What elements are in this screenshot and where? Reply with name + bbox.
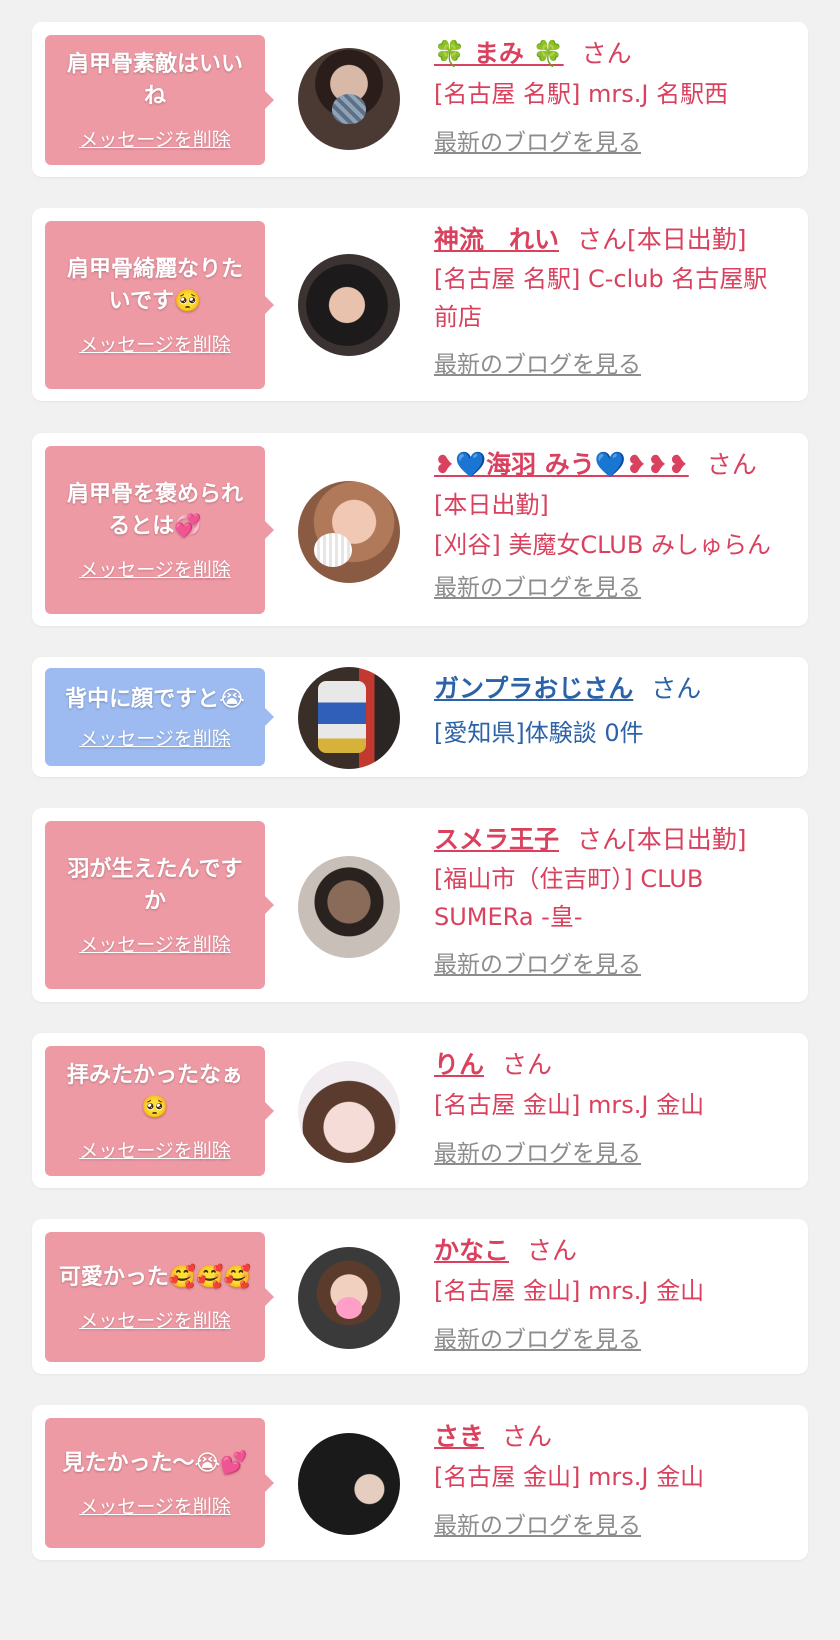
message-text: 肩甲骨素敵はいいね (66, 51, 243, 109)
message-card: 可愛かった🥰🥰🥰 メッセージを削除 かなこ さん [名古屋 金山] mrs.J 金… (32, 1219, 808, 1374)
honorific: さん (502, 1050, 553, 1079)
honorific: さん (651, 674, 702, 703)
profile-info: 神流 れい さん[本日出勤] [名古屋 名駅] C-club 名古屋駅前店 最新の… (434, 220, 788, 382)
mosaic-mask-icon (332, 94, 366, 124)
shop-info: [名古屋 金山] mrs.J 金山 (434, 1463, 705, 1491)
delete-message-link[interactable]: メッセージを削除 (79, 1492, 231, 1519)
honorific: さん (527, 1236, 578, 1265)
shop-info: [名古屋 金山] mrs.J 金山 (434, 1091, 705, 1119)
honorific: さん (706, 450, 757, 479)
latest-blog-link[interactable]: 最新のブログを見る (434, 1323, 788, 1357)
message-bubble: 見たかった〜😭💕 メッセージを削除 (45, 1418, 274, 1548)
message-bubble: 背中に顔ですと😭 メッセージを削除 (45, 668, 274, 766)
shop-info: [名古屋 金山] mrs.J 金山 (434, 1277, 705, 1305)
latest-blog-link[interactable]: 最新のブログを見る (434, 1509, 788, 1543)
message-bubble: 羽が生えたんですか メッセージを削除 (45, 821, 274, 989)
honorific: さん (577, 225, 628, 254)
honorific: さん (502, 1422, 553, 1451)
profile-info: かなこ さん [名古屋 金山] mrs.J 金山 最新のブログを見る (434, 1231, 788, 1357)
status-text: [本日出勤] (627, 825, 747, 854)
profile-info: りん さん [名古屋 金山] mrs.J 金山 最新のブログを見る (434, 1045, 788, 1171)
delete-message-link[interactable]: メッセージを削除 (79, 724, 231, 751)
message-text: 背中に顔ですと😭 (65, 686, 245, 712)
message-text: 拝みたかったなぁ🥺 (66, 1062, 243, 1120)
shop-info: [刈谷] 美魔女CLUB みしゅらん (434, 531, 771, 559)
cast-name-link[interactable]: りん (434, 1050, 484, 1079)
review-count: [愛知県]体験談 0件 (434, 719, 644, 747)
shop-info: [名古屋 名駅] C-club 名古屋駅前店 (434, 265, 768, 331)
avatar[interactable] (298, 1247, 400, 1349)
honorific: さん (577, 825, 628, 854)
message-card: 肩甲骨を褒められるとは💞 メッセージを削除 ❥💙海羽 みう💙❥❥❥ さん [本日出… (32, 433, 808, 626)
cast-name-link[interactable]: かなこ (434, 1236, 509, 1265)
cast-name-link[interactable]: 🍀 まみ 🍀 (434, 39, 564, 68)
message-text: 肩甲骨を褒められるとは💞 (66, 481, 243, 539)
shop-info: [本日出勤] (434, 491, 549, 519)
latest-blog-link[interactable]: 最新のブログを見る (434, 1137, 788, 1171)
message-text: 見たかった〜😭💕 (62, 1450, 248, 1476)
cast-name-link[interactable]: さき (434, 1422, 484, 1451)
message-card: 見たかった〜😭💕 メッセージを削除 さき さん [名古屋 金山] mrs.J 金山… (32, 1405, 808, 1560)
message-bubble: 肩甲骨綺麗なりたいです🥺 メッセージを削除 (45, 221, 274, 389)
delete-message-link[interactable]: メッセージを削除 (79, 125, 231, 152)
cast-name-link[interactable]: ❥💙海羽 みう💙❥❥❥ (434, 450, 689, 479)
message-bubble: 肩甲骨素敵はいいね メッセージを削除 (45, 35, 274, 165)
blur-mask-icon (336, 1297, 362, 1319)
message-card: 羽が生えたんですか メッセージを削除 スメラ王子 さん[本日出勤] [福山市（住吉… (32, 808, 808, 1002)
message-card: 背中に顔ですと😭 メッセージを削除 ガンプラおじさん さん [愛知県]体験談 0件 (32, 657, 808, 777)
message-bubble: 可愛かった🥰🥰🥰 メッセージを削除 (45, 1232, 274, 1362)
avatar[interactable] (298, 667, 400, 769)
avatar[interactable] (298, 1061, 400, 1163)
cast-name-link[interactable]: スメラ王子 (434, 825, 559, 854)
shop-info: [福山市（住吉町）] CLUB SUMERa -皇- (434, 865, 704, 931)
avatar[interactable] (298, 856, 400, 958)
cast-name-link[interactable]: 神流 れい (434, 225, 559, 254)
avatar[interactable] (298, 48, 400, 150)
delete-message-link[interactable]: メッセージを削除 (79, 555, 231, 582)
robot-figure-icon (318, 681, 366, 753)
delete-message-link[interactable]: メッセージを削除 (79, 1306, 231, 1333)
latest-blog-link[interactable]: 最新のブログを見る (434, 348, 788, 382)
delete-message-link[interactable]: メッセージを削除 (79, 930, 231, 957)
latest-blog-link[interactable]: 最新のブログを見る (434, 571, 788, 605)
delete-message-link[interactable]: メッセージを削除 (79, 1136, 231, 1163)
status-text: [本日出勤] (627, 225, 747, 254)
message-bubble: 拝みたかったなぁ🥺 メッセージを削除 (45, 1046, 274, 1176)
latest-blog-link[interactable]: 最新のブログを見る (434, 126, 788, 160)
heart-mask-icon (314, 533, 352, 567)
profile-info: ガンプラおじさん さん [愛知県]体験談 0件 (434, 669, 788, 753)
profile-info: さき さん [名古屋 金山] mrs.J 金山 最新のブログを見る (434, 1417, 788, 1543)
honorific: さん (581, 39, 632, 68)
message-list: 肩甲骨素敵はいいね メッセージを削除 🍀 まみ 🍀 さん [名古屋 名駅] mrs… (0, 0, 840, 1640)
message-card: 拝みたかったなぁ🥺 メッセージを削除 りん さん [名古屋 金山] mrs.J 金… (32, 1033, 808, 1188)
profile-info: ❥💙海羽 みう💙❥❥❥ さん [本日出勤] [刈谷] 美魔女CLUB みしゅらん … (434, 445, 788, 605)
delete-message-link[interactable]: メッセージを削除 (79, 330, 231, 357)
message-bubble: 肩甲骨を褒められるとは💞 メッセージを削除 (45, 446, 274, 614)
shop-info: [名古屋 名駅] mrs.J 名駅西 (434, 80, 729, 108)
avatar[interactable] (298, 1433, 400, 1535)
avatar[interactable] (298, 254, 400, 356)
latest-blog-link[interactable]: 最新のブログを見る (434, 948, 788, 982)
profile-info: 🍀 まみ 🍀 さん [名古屋 名駅] mrs.J 名駅西 最新のブログを見る (434, 34, 788, 160)
message-text: 羽が生えたんですか (67, 856, 243, 914)
message-card: 肩甲骨綺麗なりたいです🥺 メッセージを削除 神流 れい さん[本日出勤] [名古屋… (32, 208, 808, 401)
user-name-link[interactable]: ガンプラおじさん (434, 674, 633, 703)
message-card: 肩甲骨素敵はいいね メッセージを削除 🍀 まみ 🍀 さん [名古屋 名駅] mrs… (32, 22, 808, 177)
profile-info: スメラ王子 さん[本日出勤] [福山市（住吉町）] CLUB SUMERa -皇-… (434, 820, 788, 982)
message-text: 肩甲骨綺麗なりたいです🥺 (66, 256, 243, 314)
avatar[interactable] (298, 481, 400, 583)
message-text: 可愛かった🥰🥰🥰 (58, 1264, 252, 1290)
